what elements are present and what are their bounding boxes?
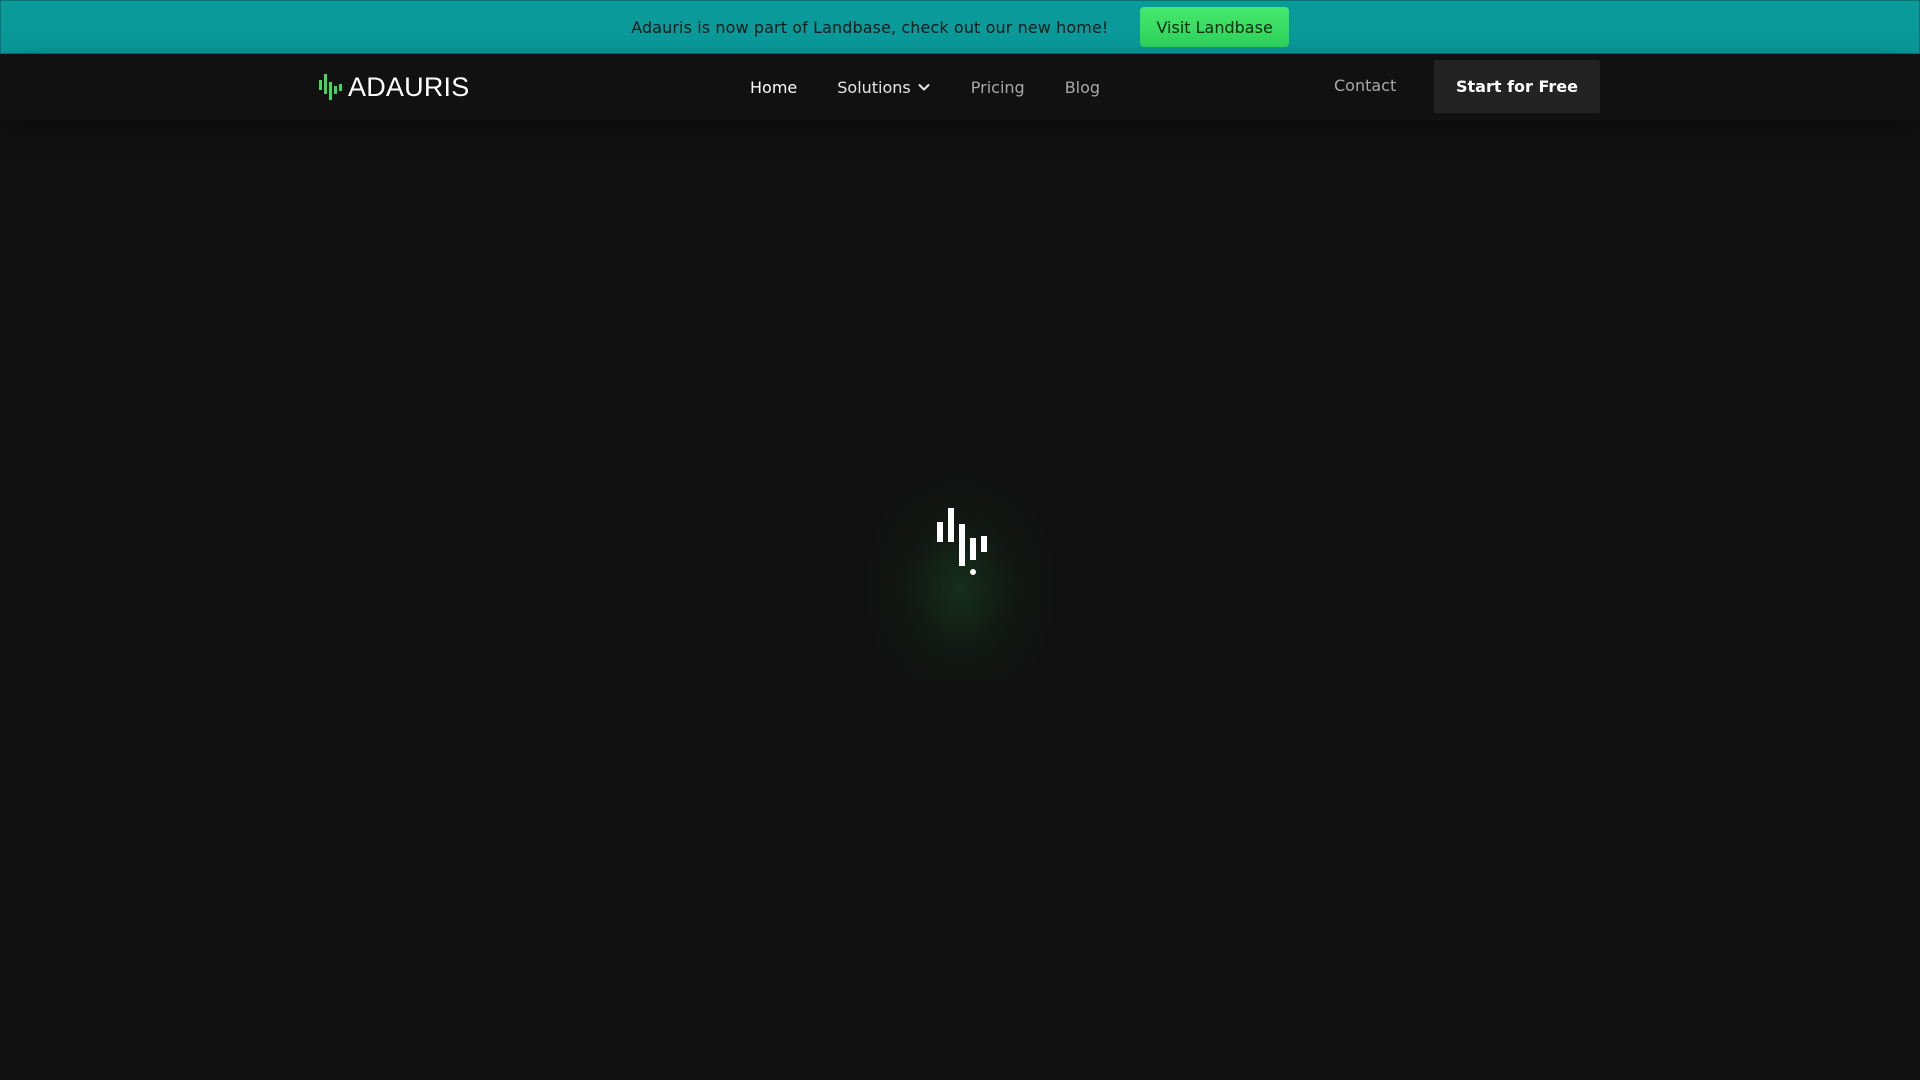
- brand-name: ADAURIS: [348, 71, 470, 102]
- nav-link-blog[interactable]: Blog: [1065, 78, 1100, 97]
- announcement-text: Adauris is now part of Landbase, check o…: [631, 17, 1109, 37]
- nav-link-blog-label: Blog: [1064, 77, 1101, 97]
- start-for-free-button[interactable]: Start for Free: [1434, 60, 1600, 113]
- announcement-bar: Adauris is now part of Landbase, check o…: [0, 0, 1920, 54]
- brand-logo[interactable]: ADAURIS: [318, 70, 469, 104]
- nav-links: Home Solutions Pricing Blog: [750, 54, 1140, 120]
- nav-link-solutions-label: Solutions: [837, 77, 911, 97]
- nav-link-pricing-label: Pricing: [970, 77, 1025, 97]
- adauris-bars-icon: [319, 74, 342, 100]
- adauris-bars-icon: [937, 508, 987, 575]
- nav-link-home[interactable]: Home: [750, 78, 797, 97]
- nav-link-contact[interactable]: Contact: [1334, 76, 1396, 95]
- nav-link-pricing[interactable]: Pricing: [971, 78, 1025, 97]
- chevron-down-icon: [918, 84, 930, 91]
- top-navigation: ADAURIS Home Solutions Pricing Blog Cont…: [0, 54, 1920, 120]
- nav-link-solutions[interactable]: Solutions: [837, 78, 931, 97]
- loading-indicator: [860, 460, 1060, 680]
- visit-landbase-button[interactable]: Visit Landbase: [1140, 7, 1289, 47]
- nav-link-home-label: Home: [750, 77, 798, 97]
